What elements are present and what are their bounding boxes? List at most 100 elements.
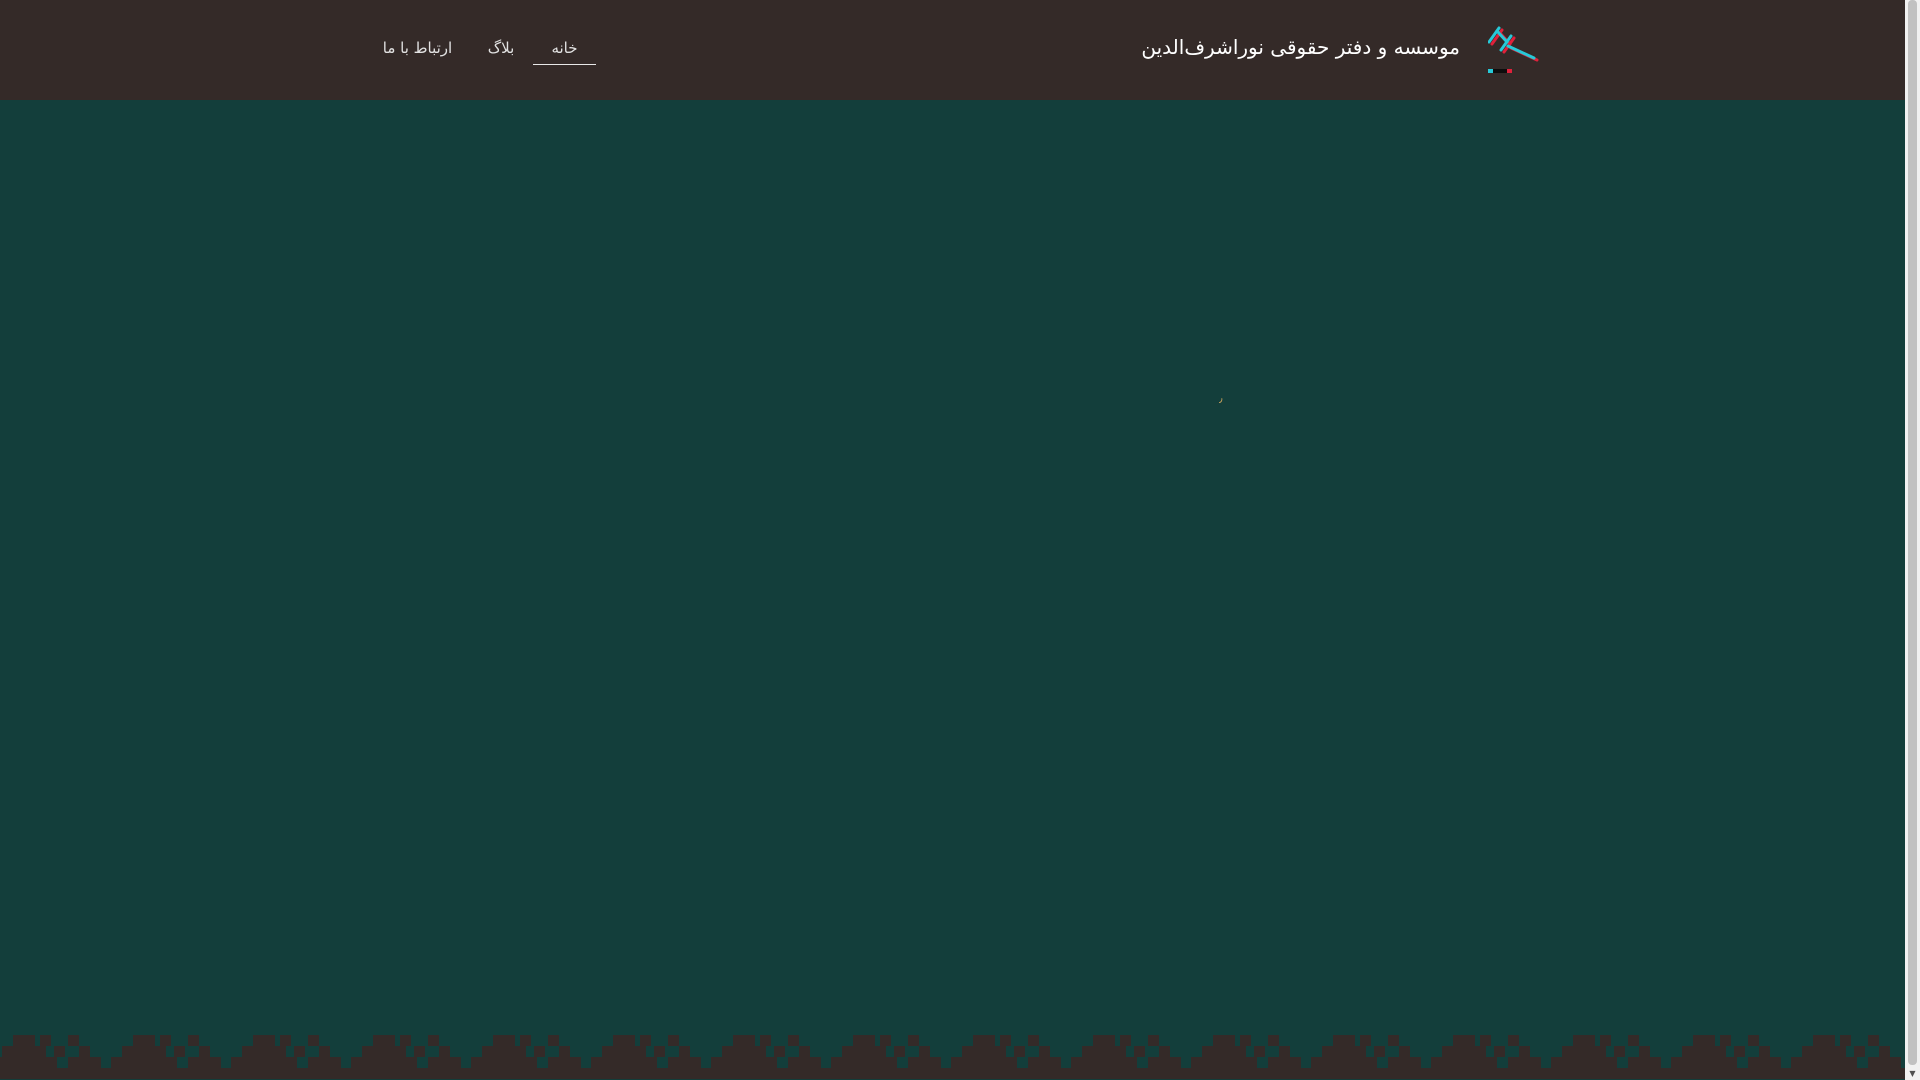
pattern-block	[1224, 1057, 1235, 1068]
pattern-block	[395, 1068, 406, 1079]
pattern-block	[951, 1068, 962, 1079]
pattern-block	[1759, 1068, 1770, 1079]
pattern-block	[755, 1046, 766, 1057]
pattern-block	[264, 1046, 275, 1057]
pattern-block	[1366, 1068, 1377, 1079]
site-title[interactable]: موسسه و دفتر حقوقی نوراشرف‌الدین	[1141, 29, 1460, 65]
pattern-block	[646, 1057, 657, 1068]
pattern-block	[624, 1046, 635, 1057]
pattern-block	[1333, 1035, 1344, 1046]
vertical-scrollbar[interactable]: ▼	[1905, 0, 1920, 1080]
pattern-block	[820, 1068, 831, 1079]
pattern-block	[1475, 1046, 1486, 1057]
pattern-block	[1071, 1057, 1082, 1068]
pattern-block	[744, 1046, 755, 1057]
pattern-block	[624, 1057, 635, 1068]
pattern-block	[1562, 1046, 1573, 1057]
pattern-block	[133, 1068, 144, 1079]
pattern-block	[1202, 1046, 1213, 1057]
pattern-block	[2, 1068, 13, 1079]
pattern-block	[1693, 1057, 1704, 1068]
pattern-block	[54, 1046, 65, 1057]
pattern-block	[482, 1046, 493, 1057]
pattern-block	[1600, 1035, 1611, 1046]
pattern-block	[908, 1057, 919, 1068]
pattern-block	[1148, 1057, 1159, 1068]
pattern-block	[973, 1046, 984, 1057]
pattern-block	[242, 1046, 253, 1057]
pattern-block	[951, 1057, 962, 1068]
gavel-icon[interactable]	[1488, 24, 1540, 76]
pattern-block	[400, 1035, 411, 1046]
pattern-block	[13, 1068, 24, 1079]
pattern-block	[1854, 1046, 1865, 1057]
pattern-block	[280, 1035, 291, 1046]
pattern-block	[1268, 1035, 1279, 1046]
pattern-block	[1639, 1068, 1650, 1079]
pattern-block	[1039, 1046, 1050, 1057]
pattern-block	[722, 1068, 733, 1079]
pattern-block	[1486, 1068, 1497, 1079]
pattern-block	[428, 1035, 439, 1046]
pattern-block	[526, 1068, 537, 1079]
pattern-block	[1000, 1035, 1011, 1046]
pattern-block	[788, 1068, 799, 1079]
pattern-block	[504, 1068, 515, 1079]
pattern-block	[439, 1057, 450, 1068]
pattern-block	[515, 1046, 526, 1057]
pattern-block	[1213, 1046, 1224, 1057]
pattern-block	[79, 1057, 90, 1068]
pattern-block	[1639, 1057, 1650, 1068]
pattern-block	[799, 1068, 810, 1079]
decorative-pattern	[0, 1035, 1905, 1079]
pattern-block	[1290, 1068, 1301, 1079]
pattern-block	[1584, 1068, 1595, 1079]
pattern-block	[995, 1046, 1006, 1057]
pattern-block	[690, 1068, 701, 1079]
pattern-block	[1693, 1068, 1704, 1079]
pattern-block	[1006, 1057, 1017, 1068]
pattern-block	[188, 1057, 199, 1068]
pattern-block	[1650, 1068, 1661, 1079]
pattern-block	[471, 1068, 482, 1079]
pattern-block	[351, 1068, 362, 1079]
pattern-block	[1671, 1068, 1682, 1079]
pattern-block	[493, 1035, 504, 1046]
pattern-block	[1453, 1057, 1464, 1068]
pattern-block	[1840, 1035, 1851, 1046]
scroll-down-icon[interactable]: ▼	[1908, 1069, 1917, 1078]
pattern-block	[253, 1068, 264, 1079]
pattern-block	[919, 1046, 930, 1057]
pattern-block	[897, 1068, 908, 1079]
pattern-block	[1355, 1057, 1366, 1068]
nav-home-link[interactable]: خانه	[533, 34, 596, 65]
pattern-block	[1410, 1057, 1421, 1068]
scrollbar-thumb[interactable]	[1908, 0, 1917, 1065]
pattern-block	[1551, 1057, 1562, 1068]
pattern-block	[1431, 1068, 1442, 1079]
pattern-block	[1868, 1035, 1879, 1046]
pattern-block	[919, 1068, 930, 1079]
pattern-block	[690, 1057, 701, 1068]
pattern-block	[1879, 1068, 1890, 1079]
pattern-block	[428, 1057, 439, 1068]
pattern-block	[668, 1057, 679, 1068]
pattern-block	[133, 1057, 144, 1068]
pattern-block	[1660, 1068, 1671, 1079]
pattern-block	[1268, 1057, 1279, 1068]
pattern-block	[68, 1068, 79, 1079]
pattern-block	[1159, 1057, 1170, 1068]
pattern-block	[1115, 1057, 1126, 1068]
nav-contact-link[interactable]: ارتباط با ما	[375, 34, 460, 64]
pattern-block	[766, 1068, 777, 1079]
pattern-block	[679, 1046, 690, 1057]
nav-blog-link[interactable]: بلاگ	[478, 34, 524, 64]
pattern-block	[242, 1068, 253, 1079]
pattern-block	[0, 1057, 2, 1068]
pattern-block	[1693, 1046, 1704, 1057]
pattern-block	[264, 1035, 275, 1046]
pattern-block	[1704, 1068, 1715, 1079]
pattern-block	[1191, 1068, 1202, 1079]
pattern-block	[1126, 1068, 1137, 1079]
pattern-block	[1344, 1057, 1355, 1068]
